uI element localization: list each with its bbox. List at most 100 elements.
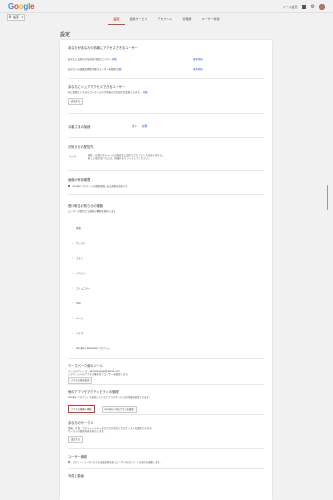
section-theme: 画像の有効期限 Google アカウントの関連情報にある画像を追加する bbox=[68, 177, 264, 188]
section-mail-delivery: テーマパーク用のツール ページのアドレス：sample.page@gmail.c… bbox=[68, 363, 264, 385]
divider bbox=[68, 170, 264, 171]
gear-icon[interactable]: ⚙ bbox=[311, 4, 315, 10]
list-item[interactable]: › Hub bbox=[72, 302, 81, 305]
divider bbox=[68, 384, 264, 385]
tab-settings[interactable]: 設定 bbox=[108, 13, 125, 25]
checkbox-label: スクリーンリーダーなどの支援技術を使うユーザー向けにページの表示を調整します。 bbox=[72, 461, 162, 465]
profile-description: 現在、お知らせのメールの配信先に設定されたアドレスはありません。 新しい設定を行… bbox=[88, 154, 258, 160]
tab-admin[interactable]: 管理者 bbox=[178, 13, 197, 25]
description-line: サークルの更新内容を表示します。 bbox=[68, 430, 106, 434]
section-description: ユーザーが受信する通知の種類を選択します bbox=[68, 210, 116, 213]
divider bbox=[68, 448, 264, 449]
avatar[interactable] bbox=[319, 4, 325, 10]
section-title: 受け取るお知らせの種類 bbox=[68, 204, 103, 208]
row-link[interactable]: 詳細 bbox=[112, 58, 117, 61]
chevron-right-icon: › bbox=[72, 272, 73, 275]
row-action[interactable]: 基本情報 bbox=[193, 58, 203, 61]
section-delegation: あなたがあなたの情報にアクセスできるユーザー あなたにお知らせを送信可能なユーザ… bbox=[68, 45, 264, 71]
description-line: 新しい設定を行うには、[編集] をクリックしてください。 bbox=[88, 157, 151, 161]
description-text: 同じ組織にいる次のユーザーのみが情報の共有設定を変更できます。 bbox=[68, 91, 142, 94]
list-item[interactable]: › イベント bbox=[72, 272, 86, 275]
top-right-controls: メール設定 ⚙ bbox=[283, 4, 325, 10]
list-item-label: サークル bbox=[75, 242, 86, 245]
list-item[interactable]: › ヘルプ bbox=[72, 332, 83, 335]
section-photos: 写真と動画 bbox=[68, 473, 264, 480]
check-apps-button[interactable]: Google+ 用のアプリを確認 bbox=[101, 405, 137, 413]
section-profile: お知らせの配信先 メール 現在、お知らせのメールの配信先に設定されたアドレスはあ… bbox=[68, 144, 264, 160]
theme-checkbox-row[interactable]: Google アカウントの関連情報にある画像を追加する bbox=[68, 185, 127, 188]
divider bbox=[68, 194, 264, 195]
chevron-right-icon: › bbox=[72, 347, 73, 350]
details-link[interactable]: 詳細 bbox=[143, 91, 148, 94]
section-title: テーマパーク用のツール bbox=[68, 364, 104, 368]
logo-letter: e bbox=[30, 2, 35, 11]
section-user-help: ユーザー補助 スクリーンリーダーなどの支援技術を使うユーザー向けにページの表示を… bbox=[68, 454, 264, 464]
delegation-row: あなたにお知らせを送信可能なユーザー 詳細 基本情報 bbox=[68, 58, 264, 61]
divider bbox=[68, 78, 264, 79]
chevron-right-icon: › bbox=[72, 332, 73, 335]
divider bbox=[68, 414, 264, 415]
row-action[interactable]: 基本情報 bbox=[193, 68, 203, 71]
tab-services[interactable]: 連携サービス bbox=[125, 13, 153, 25]
checkbox[interactable] bbox=[68, 461, 71, 464]
list-item-label: フォト bbox=[75, 257, 84, 260]
accessibility-checkbox-row[interactable]: スクリーンリーダーなどの支援技術を使うユーザー向けにページの表示を調整します。 bbox=[68, 461, 162, 464]
chevron-right-icon: › bbox=[72, 287, 73, 290]
chevron-right-icon: › bbox=[72, 242, 73, 245]
description-line: このページへのアクセス権を持つユーザーを確認します。 bbox=[68, 373, 130, 377]
section-title: 写真と動画 bbox=[68, 474, 84, 478]
chevron-right-icon: › bbox=[72, 227, 73, 230]
section-circles: あなたのサークル 情報、写真、プロフィールデータなどの共有先となるサークルを選択… bbox=[68, 420, 264, 444]
tab-user-info[interactable]: ユーザー情報 bbox=[197, 13, 225, 25]
section-invite: お客さまの接続 オン 詳細 bbox=[68, 124, 264, 129]
section-shared: あなたにシェアアクセスできるユーザー 同じ組織にいる次のユーザーのみが情報の共有… bbox=[68, 84, 264, 106]
section-manage: 他のアプリやアクティビティの管理 Google アカウントで接続しているアプリや… bbox=[68, 389, 264, 414]
configure-button[interactable]: 設定する bbox=[68, 436, 84, 444]
list-item-label: 情報 bbox=[75, 227, 81, 230]
section-title: お客さまの接続 bbox=[68, 125, 91, 129]
chevron-right-icon: › bbox=[72, 257, 73, 260]
list-item-label: Hub bbox=[75, 302, 81, 305]
row-link[interactable]: 詳細 bbox=[117, 68, 122, 71]
section-title: あなたがあなたの情報にアクセスできるユーザー bbox=[68, 46, 138, 50]
tab-account[interactable]: アカウント bbox=[153, 13, 178, 25]
section-description: 同じ組織にいる次のユーザーのみが情報の共有設定を変更できます。 詳細 bbox=[68, 91, 264, 94]
divider bbox=[68, 468, 264, 469]
section-title: あなたのサークル bbox=[68, 421, 94, 425]
divider bbox=[68, 358, 264, 359]
list-item[interactable]: › 情報 bbox=[72, 227, 81, 230]
list-item[interactable]: › Google+ Business アカウント bbox=[72, 347, 110, 350]
section-description: Google アカウントで接続しているアプリやサービスの情報を確認できます。 bbox=[68, 396, 151, 399]
row-label: あなたにお知らせを送信可能なユーザー bbox=[68, 58, 111, 61]
checkbox[interactable] bbox=[68, 185, 71, 188]
row-label: あなたへの通知を閲覧可能なユーザーを管理 bbox=[68, 68, 116, 71]
details-link[interactable]: 詳細 bbox=[142, 124, 147, 128]
section-title: お知らせの配信先 bbox=[68, 145, 94, 149]
divider bbox=[68, 137, 264, 138]
top-link[interactable]: メール設定 bbox=[283, 5, 298, 9]
delegation-row: あなたへの通知を閲覧可能なユーザーを管理 詳細 基本情報 bbox=[68, 68, 264, 71]
section-title: ユーザー補助 bbox=[68, 455, 88, 459]
list-item-label: Google+ Business アカウント bbox=[75, 347, 111, 350]
section-description: 情報、写真、プロフィールデータなどの共有先となるサークルを選択できます。 サーク… bbox=[68, 427, 264, 433]
list-item[interactable]: › フォト bbox=[72, 257, 83, 260]
section-description: ページのアドレス：sample.page@gmail.com このページへのアク… bbox=[68, 370, 264, 376]
list-item-label: ページ bbox=[75, 317, 84, 320]
google-logo[interactable]: Google bbox=[8, 2, 35, 11]
section-title: あなたにシェアアクセスできるユーザー bbox=[68, 85, 126, 89]
add-button[interactable]: 追加する bbox=[68, 98, 84, 106]
list-item[interactable]: › ページ bbox=[72, 317, 83, 320]
list-item-label: コミュニティ bbox=[75, 287, 91, 290]
scrollbar-thumb[interactable] bbox=[326, 185, 328, 210]
tab-bar: 設定 連携サービス アカウント 管理者 ユーザー情報 bbox=[0, 13, 333, 25]
section-title: 他のアプリやアクティビティの管理 bbox=[68, 390, 119, 394]
list-item[interactable]: › サークル bbox=[72, 242, 85, 245]
chevron-right-icon: › bbox=[72, 302, 73, 305]
list-item-label: イベント bbox=[75, 272, 86, 275]
divider bbox=[68, 113, 264, 114]
status-value: オン bbox=[132, 125, 138, 128]
apps-grid-icon[interactable] bbox=[301, 4, 307, 10]
page-title: 設定 bbox=[60, 32, 71, 38]
list-item[interactable]: › コミュニティ bbox=[72, 287, 90, 290]
go-to-access-button[interactable]: アクセス権限へ移動 bbox=[68, 405, 95, 414]
